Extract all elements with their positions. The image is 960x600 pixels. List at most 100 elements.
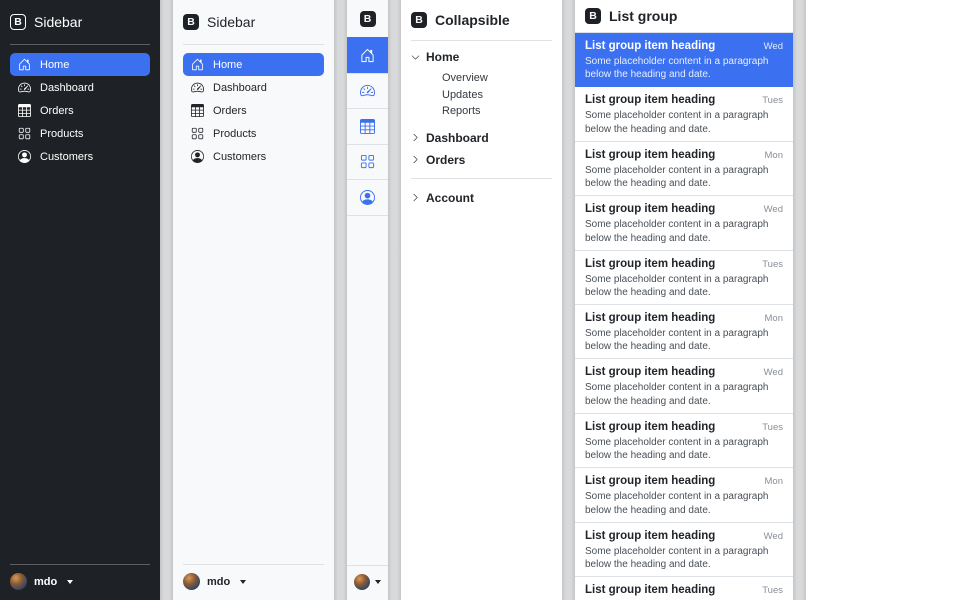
divider (10, 44, 150, 45)
list-item-top: List group item headingTues (585, 258, 783, 270)
list-item[interactable]: List group item headingWedSome placehold… (575, 359, 793, 413)
sidebar-item-label: Dashboard (213, 82, 267, 94)
person-circle-icon (191, 150, 204, 163)
tree-item-label: Dashboard (426, 131, 489, 145)
list-item-top: List group item headingWed (585, 40, 783, 52)
list-item-heading: List group item heading (585, 366, 715, 378)
house-icon (18, 58, 31, 71)
list-item[interactable]: List group item headingMonSome placehold… (575, 468, 793, 522)
icon-sidebar-item-products[interactable] (347, 144, 388, 180)
sidebar-light: B Sidebar Home Dashboard OrdersProducts Cus… (173, 0, 334, 600)
sidebar-item-label: Customers (40, 151, 93, 163)
brand-dark[interactable]: B Sidebar (10, 10, 150, 34)
list-item[interactable]: List group item headingWedSome placehold… (575, 523, 793, 577)
list-item-heading: List group item heading (585, 530, 715, 542)
icon-sidebar-item-home[interactable] (347, 37, 388, 73)
tree-subitem-updates[interactable]: Updates (442, 87, 552, 104)
list-item[interactable]: List group item headingWed Some placehold… (575, 33, 793, 87)
caret-down-icon (240, 580, 246, 584)
avatar (10, 573, 27, 590)
list-item[interactable]: List group item headingMonSome placehold… (575, 142, 793, 196)
icon-sidebar-item-orders[interactable] (347, 108, 388, 144)
list-item[interactable]: List group item headingMonSome placehold… (575, 305, 793, 359)
sidebar-item-dashboard[interactable]: Dashboard (10, 76, 150, 99)
sidebar-item-orders[interactable]: Orders (10, 99, 150, 122)
vertical-divider (160, 0, 173, 600)
sidebar-item-label: Customers (213, 151, 266, 163)
user-menu[interactable]: mdo (10, 573, 150, 590)
user-name: mdo (34, 576, 57, 588)
tree-item-home[interactable]: Home (411, 46, 552, 68)
bootstrap-logo-icon: B (10, 14, 26, 30)
brand-light[interactable]: B Sidebar (183, 10, 324, 34)
tree-subitem-overview[interactable]: Overview (442, 70, 552, 87)
sidebar-item-products[interactable]: Products (10, 122, 150, 145)
grid-icon (360, 154, 375, 169)
list-item-body: Some placeholder content in a paragraph … (585, 55, 781, 82)
table-icon (360, 119, 375, 134)
list-item-date: Wed (764, 531, 783, 542)
sidebar-item-products[interactable]: Products (183, 122, 324, 145)
sidebar-item-customers[interactable]: Customers (183, 145, 324, 168)
tree-item-label: Home (426, 50, 459, 64)
list-item-top: List group item heading Wed (585, 530, 783, 542)
spacer (183, 168, 324, 564)
sidebar-item-home[interactable]: Home (183, 53, 324, 76)
list-item-heading: List group item heading (585, 203, 715, 215)
brand-collapsible[interactable]: B Collapsible (411, 8, 552, 32)
list-item-top: List group item headingTues (585, 584, 783, 596)
list-item-body: Some placeholder content in a paragraph … (585, 436, 781, 463)
sidebar-dark-nav: Home Dashboard Orders Products Customers (10, 53, 150, 168)
brand-list-group[interactable]: B List group (575, 0, 793, 33)
icon-sidebar-item-dashboard[interactable] (347, 73, 388, 109)
list-item-heading: List group item heading (585, 94, 715, 106)
sidebar-item-label: Home (40, 59, 69, 71)
sidebar-title: Sidebar (34, 14, 82, 30)
list-item-top: List group item headingWed (585, 203, 783, 215)
list-item[interactable]: List group item headingTuesSome placehol… (575, 87, 793, 141)
sidebar-item-label: Products (40, 128, 83, 140)
list-item[interactable]: List group item headingTues Some placehol… (575, 414, 793, 468)
list-group: List group item heading Wed Some placehold… (575, 33, 793, 600)
list-item-body: Some placeholder content in a paragraph … (585, 218, 781, 245)
tree-subitem-reports[interactable]: Reports (442, 103, 552, 120)
sidebar-item-customers[interactable]: Customers (10, 145, 150, 168)
sidebar-icons: B (347, 0, 388, 600)
divider (183, 564, 324, 565)
icon-sidebar-item-customers[interactable] (347, 179, 388, 216)
list-item-top: List group item headingMon (585, 312, 783, 324)
chevron-down-icon (411, 53, 420, 62)
tree-item-orders[interactable]: Orders (411, 149, 552, 171)
sidebar-item-orders[interactable]: Orders (183, 99, 324, 122)
sidebar-item-label: Home (213, 59, 242, 71)
list-item[interactable]: List group item headingTuesSome placehol… (575, 577, 793, 600)
list-item-top: List group item headingMon (585, 149, 783, 161)
tree-item-account[interactable]: Account (411, 187, 552, 209)
brand-icon-only[interactable]: B (347, 0, 388, 37)
collapsible-title: Collapsible (435, 12, 510, 28)
divider (411, 40, 552, 41)
user-menu[interactable] (347, 565, 388, 600)
list-item-date: Tues (762, 95, 783, 106)
divider (10, 564, 150, 565)
table-icon (18, 104, 31, 117)
list-item[interactable]: List group item headingTuesSome placehol… (575, 251, 793, 305)
grid-icon (191, 127, 204, 140)
person-circle-icon (360, 190, 375, 205)
list-item-top: List group item headingMon (585, 475, 783, 487)
house-icon (360, 48, 375, 63)
sidebar-item-dashboard[interactable]: Dashboard (183, 76, 324, 99)
speedometer-icon (18, 81, 31, 94)
tree-item-dashboard[interactable]: Dashboard (411, 127, 552, 149)
chevron-right-icon (411, 133, 420, 142)
user-menu[interactable]: mdo (183, 573, 324, 590)
list-item[interactable]: List group item headingWed Some placehold… (575, 196, 793, 250)
sidebar-item-home[interactable]: Home (10, 53, 150, 76)
list-item-heading: List group item heading (585, 40, 715, 52)
speedometer-icon (360, 83, 375, 98)
table-icon (191, 104, 204, 117)
caret-down-icon (375, 580, 381, 584)
list-item-top: List group item headingTues (585, 421, 783, 433)
vertical-divider (334, 0, 347, 600)
sidebar-item-label: Dashboard (40, 82, 94, 94)
